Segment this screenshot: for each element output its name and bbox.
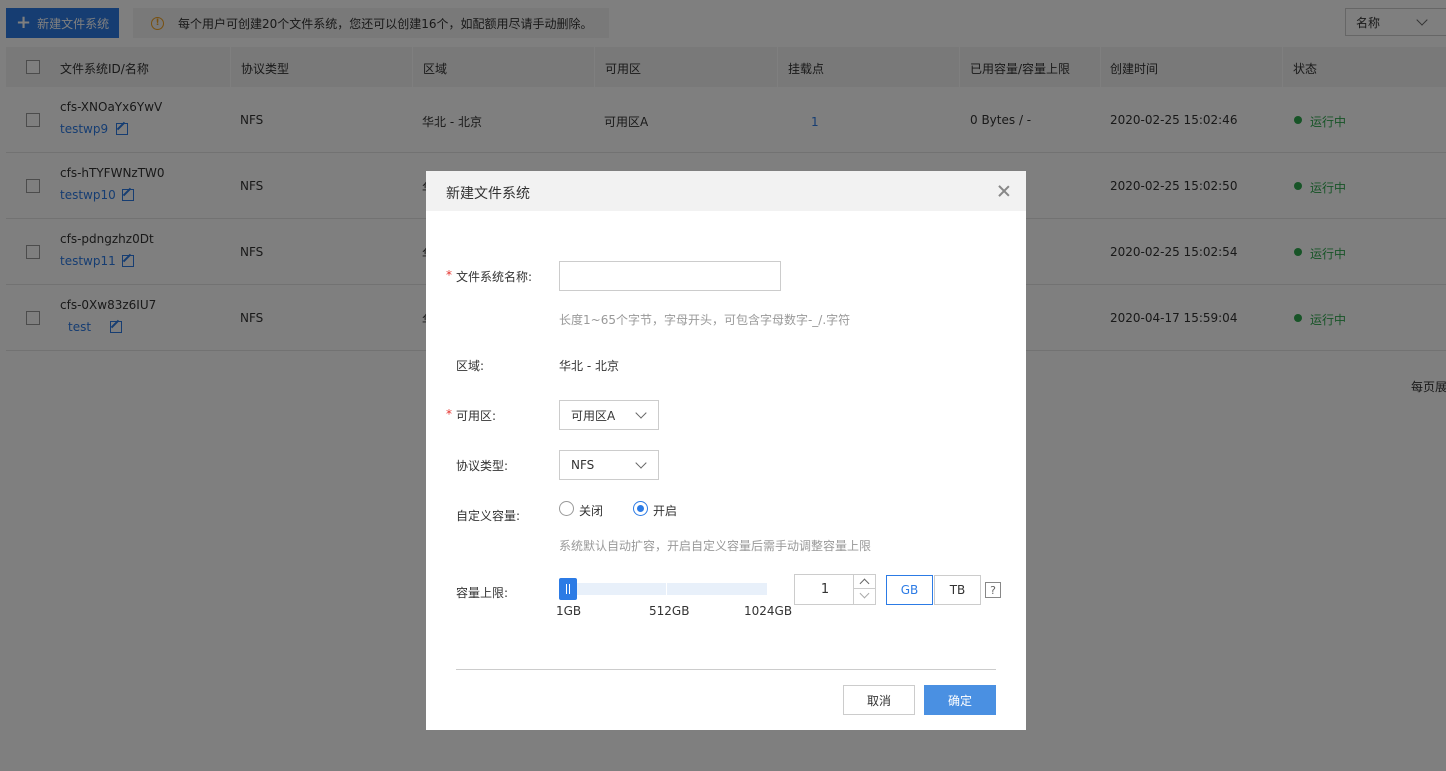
close-icon[interactable]	[996, 183, 1012, 199]
capacity-slider-track[interactable]	[559, 583, 767, 595]
radio-on[interactable]	[633, 501, 648, 516]
capacity-hint: 系统默认自动扩容，开启自定义容量后需手动调整容量上限	[559, 539, 872, 553]
dialog-header: 新建文件系统	[426, 171, 1026, 211]
help-icon[interactable]: ?	[985, 582, 1001, 598]
slider-tick-min: 1GB	[556, 604, 582, 618]
create-file-system-dialog: 新建文件系统 * 文件系统名称: 长度1~65个字节，字母开头，可包含字母数字-…	[426, 171, 1026, 730]
capacity-limit-label: 容量上限:	[456, 586, 509, 600]
name-hint: 长度1~65个字节，字母开头，可包含字母数字-_/.字符	[559, 313, 851, 327]
chevron-down-icon	[635, 407, 647, 419]
footer-divider	[456, 669, 996, 670]
cancel-button[interactable]: 取消	[843, 685, 915, 715]
zone-select[interactable]: 可用区A	[559, 400, 659, 430]
unit-gb-button[interactable]: GB	[886, 575, 933, 605]
custom-capacity-label: 自定义容量:	[456, 509, 521, 523]
capacity-slider-handle[interactable]	[559, 578, 577, 600]
required-marker: *	[446, 407, 452, 421]
radio-off[interactable]	[559, 501, 574, 516]
required-marker: *	[446, 268, 452, 282]
zone-select-value: 可用区A	[571, 408, 616, 423]
file-system-name-input[interactable]	[559, 261, 781, 291]
protocol-select-value: NFS	[571, 458, 595, 472]
confirm-button[interactable]: 确定	[924, 685, 996, 715]
dialog-title: 新建文件系统	[446, 186, 530, 202]
protocol-select[interactable]: NFS	[559, 450, 659, 480]
capacity-stepper-input[interactable]: 1	[795, 575, 855, 604]
radio-on-label[interactable]: 开启	[653, 502, 677, 519]
slider-segment-divider	[666, 583, 667, 595]
slider-tick-mid: 512GB	[649, 604, 690, 618]
region-value: 华北 - 北京	[559, 359, 619, 373]
protocol-label: 协议类型:	[456, 459, 509, 473]
capacity-stepper: 1	[794, 574, 876, 605]
region-label: 区域:	[456, 359, 485, 373]
name-label: 文件系统名称:	[456, 270, 533, 284]
chevron-down-icon[interactable]	[854, 589, 875, 603]
radio-off-label[interactable]: 关闭	[579, 502, 603, 519]
zone-label: 可用区:	[456, 409, 497, 423]
chevron-down-icon	[635, 457, 647, 469]
handle-grip	[566, 584, 567, 594]
stepper-buttons	[853, 575, 875, 604]
unit-tb-button[interactable]: TB	[934, 575, 981, 605]
chevron-up-icon[interactable]	[854, 575, 875, 589]
slider-tick-max: 1024GB	[744, 604, 793, 618]
handle-grip	[569, 584, 570, 594]
